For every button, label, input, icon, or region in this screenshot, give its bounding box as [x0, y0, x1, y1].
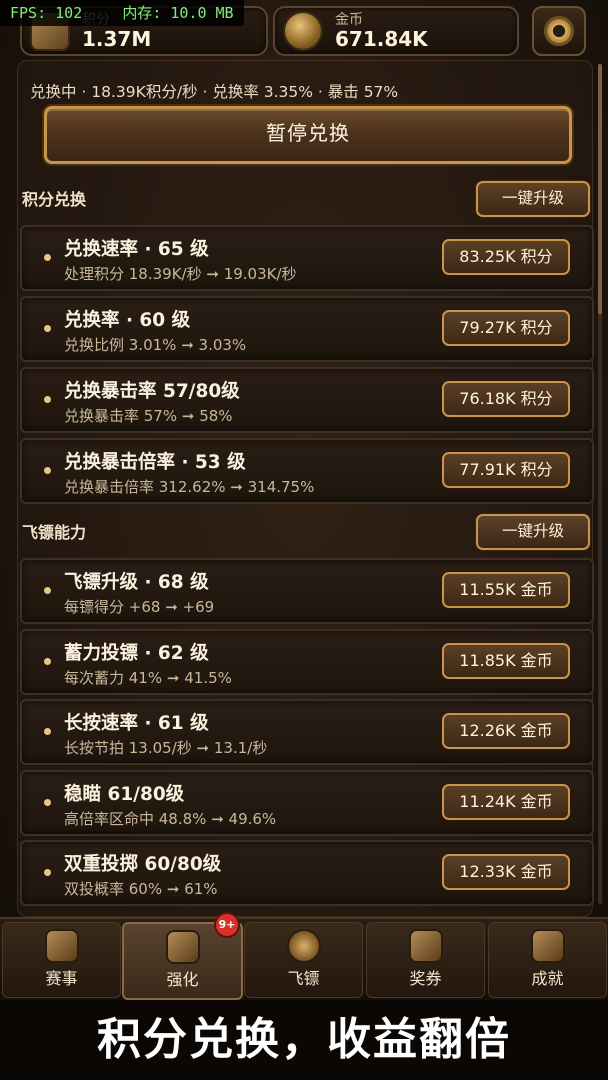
tab-label: 强化 — [166, 970, 199, 989]
trophy-icon — [46, 931, 77, 961]
upgrade-detail: 每镖得分 +68 ➞ +69 — [64, 598, 215, 616]
tab-darts[interactable]: 飞镖 — [244, 922, 363, 998]
bullet-icon — [44, 799, 51, 806]
promo-banner: 积分兑换，收益翻倍 — [0, 1000, 608, 1080]
upgrade-all-button-points[interactable]: 一键升级 — [476, 181, 590, 217]
upgrade-title: 兑换率 · 60 级 — [64, 310, 191, 331]
upgrade-cost-button[interactable]: 83.25K 积分 — [442, 239, 570, 275]
dart-icon — [288, 931, 319, 961]
coins-counter: 金币 671.84K — [273, 6, 519, 56]
upgrade-cost-button[interactable]: 11.55K 金币 — [442, 572, 570, 608]
gear-icon — [544, 16, 574, 46]
upgrade-row: 飞镖升级 · 68 级 每镖得分 +68 ➞ +69 11.55K 金币 — [20, 558, 594, 624]
bullet-icon — [44, 587, 51, 594]
upgrade-row: 兑换率 · 60 级 兑换比例 3.01% ➞ 3.03% 79.27K 积分 — [20, 296, 594, 362]
exchange-status: 兑换中 · 18.39K积分/秒 · 兑换率 3.35% · 暴击 57% — [30, 83, 399, 101]
upgrade-detail: 兑换比例 3.01% ➞ 3.03% — [64, 336, 247, 354]
upgrade-cost-button[interactable]: 77.91K 积分 — [442, 452, 570, 488]
ticket-icon — [410, 931, 441, 961]
bullet-icon — [44, 467, 51, 474]
upgrade-cost-button[interactable]: 79.27K 积分 — [442, 310, 570, 346]
upgrade-title: 双重投掷 60/80级 — [64, 854, 222, 875]
upgrade-row: 兑换暴击倍率 · 53 级 兑换暴击倍率 312.62% ➞ 314.75% 7… — [20, 438, 594, 504]
coins-value: 671.84K — [335, 27, 428, 51]
upgrade-row: 兑换速率 · 65 级 处理积分 18.39K/秒 ➞ 19.03K/秒 83.… — [20, 225, 594, 291]
bullet-icon — [44, 396, 51, 403]
bullet-icon — [44, 728, 51, 735]
tab-label: 飞镖 — [287, 969, 320, 988]
upgrade-detail: 双投概率 60% ➞ 61% — [64, 880, 218, 898]
upgrade-row: 长按速率 · 61 级 长按节拍 13.05/秒 ➞ 13.1/秒 12.26K… — [20, 699, 594, 765]
bullet-icon — [44, 658, 51, 665]
bullet-icon — [44, 869, 51, 876]
upgrade-detail: 每次蓄力 41% ➞ 41.5% — [64, 669, 232, 687]
upgrade-title: 兑换速率 · 65 级 — [64, 239, 209, 260]
bottom-tab-bar: 赛事 强化 飞镖 奖券 成就 — [0, 917, 608, 1001]
upgrade-all-button-darts[interactable]: 一键升级 — [476, 514, 590, 550]
tab-label: 奖券 — [409, 969, 442, 988]
upgrade-detail: 处理积分 18.39K/秒 ➞ 19.03K/秒 — [64, 265, 297, 283]
settings-button[interactable] — [532, 6, 586, 56]
bullet-icon — [44, 325, 51, 332]
upgrade-detail: 兑换暴击倍率 312.62% ➞ 314.75% — [64, 478, 315, 496]
upgrade-title: 兑换暴击率 57/80级 — [64, 381, 240, 402]
tab-label: 赛事 — [45, 969, 78, 988]
upgrade-cost-button[interactable]: 12.26K 金币 — [442, 713, 570, 749]
upgrade-title: 稳瞄 61/80级 — [64, 784, 185, 805]
upgrade-row: 蓄力投镖 · 62 级 每次蓄力 41% ➞ 41.5% 11.85K 金币 — [20, 629, 594, 695]
upgrade-title: 飞镖升级 · 68 级 — [64, 572, 209, 593]
debug-overlay: FPS: 102 内存: 10.0 MB — [0, 0, 244, 26]
tab-label: 成就 — [531, 969, 564, 988]
coin-icon — [285, 13, 321, 49]
bullet-icon — [44, 254, 51, 261]
coins-label: 金币 — [335, 12, 363, 28]
section-title-darts: 飞镖能力 — [22, 523, 87, 542]
upgrade-detail: 长按节拍 13.05/秒 ➞ 13.1/秒 — [64, 739, 268, 757]
upgrade-title: 长按速率 · 61 级 — [64, 713, 209, 734]
upgrade-title: 兑换暴击倍率 · 53 级 — [64, 452, 246, 473]
upgrade-detail: 兑换暴击率 57% ➞ 58% — [64, 407, 233, 425]
memory-readout: 内存: 10.0 MB — [122, 4, 234, 22]
notification-badge: 9+ — [216, 914, 238, 936]
tab-tickets[interactable]: 奖券 — [366, 922, 485, 998]
points-value: 1.37M — [82, 27, 152, 51]
upgrade-cost-button[interactable]: 11.85K 金币 — [442, 643, 570, 679]
tab-events[interactable]: 赛事 — [2, 922, 121, 998]
scrollbar-thumb[interactable] — [598, 64, 602, 314]
fps-readout: FPS: 102 — [10, 4, 83, 22]
upgrade-title: 蓄力投镖 · 62 级 — [64, 643, 209, 664]
section-title-points: 积分兑换 — [22, 190, 87, 209]
upgrade-detail: 高倍率区命中 48.8% ➞ 49.6% — [64, 810, 277, 828]
tab-achievements[interactable]: 成就 — [488, 922, 607, 998]
upgrade-cost-button[interactable]: 12.33K 金币 — [442, 854, 570, 890]
upgrade-row: 稳瞄 61/80级 高倍率区命中 48.8% ➞ 49.6% 11.24K 金币 — [20, 770, 594, 836]
upgrade-row: 兑换暴击率 57/80级 兑换暴击率 57% ➞ 58% 76.18K 积分 — [20, 367, 594, 433]
upgrade-cost-button[interactable]: 11.24K 金币 — [442, 784, 570, 820]
achievement-icon — [532, 931, 563, 961]
pause-exchange-button[interactable]: 暂停兑换 — [44, 106, 572, 164]
upgrade-row: 双重投掷 60/80级 双投概率 60% ➞ 61% 12.33K 金币 — [20, 840, 594, 906]
scrollbar[interactable] — [598, 64, 602, 904]
upgrade-icon — [167, 932, 198, 962]
upgrade-cost-button[interactable]: 76.18K 积分 — [442, 381, 570, 417]
